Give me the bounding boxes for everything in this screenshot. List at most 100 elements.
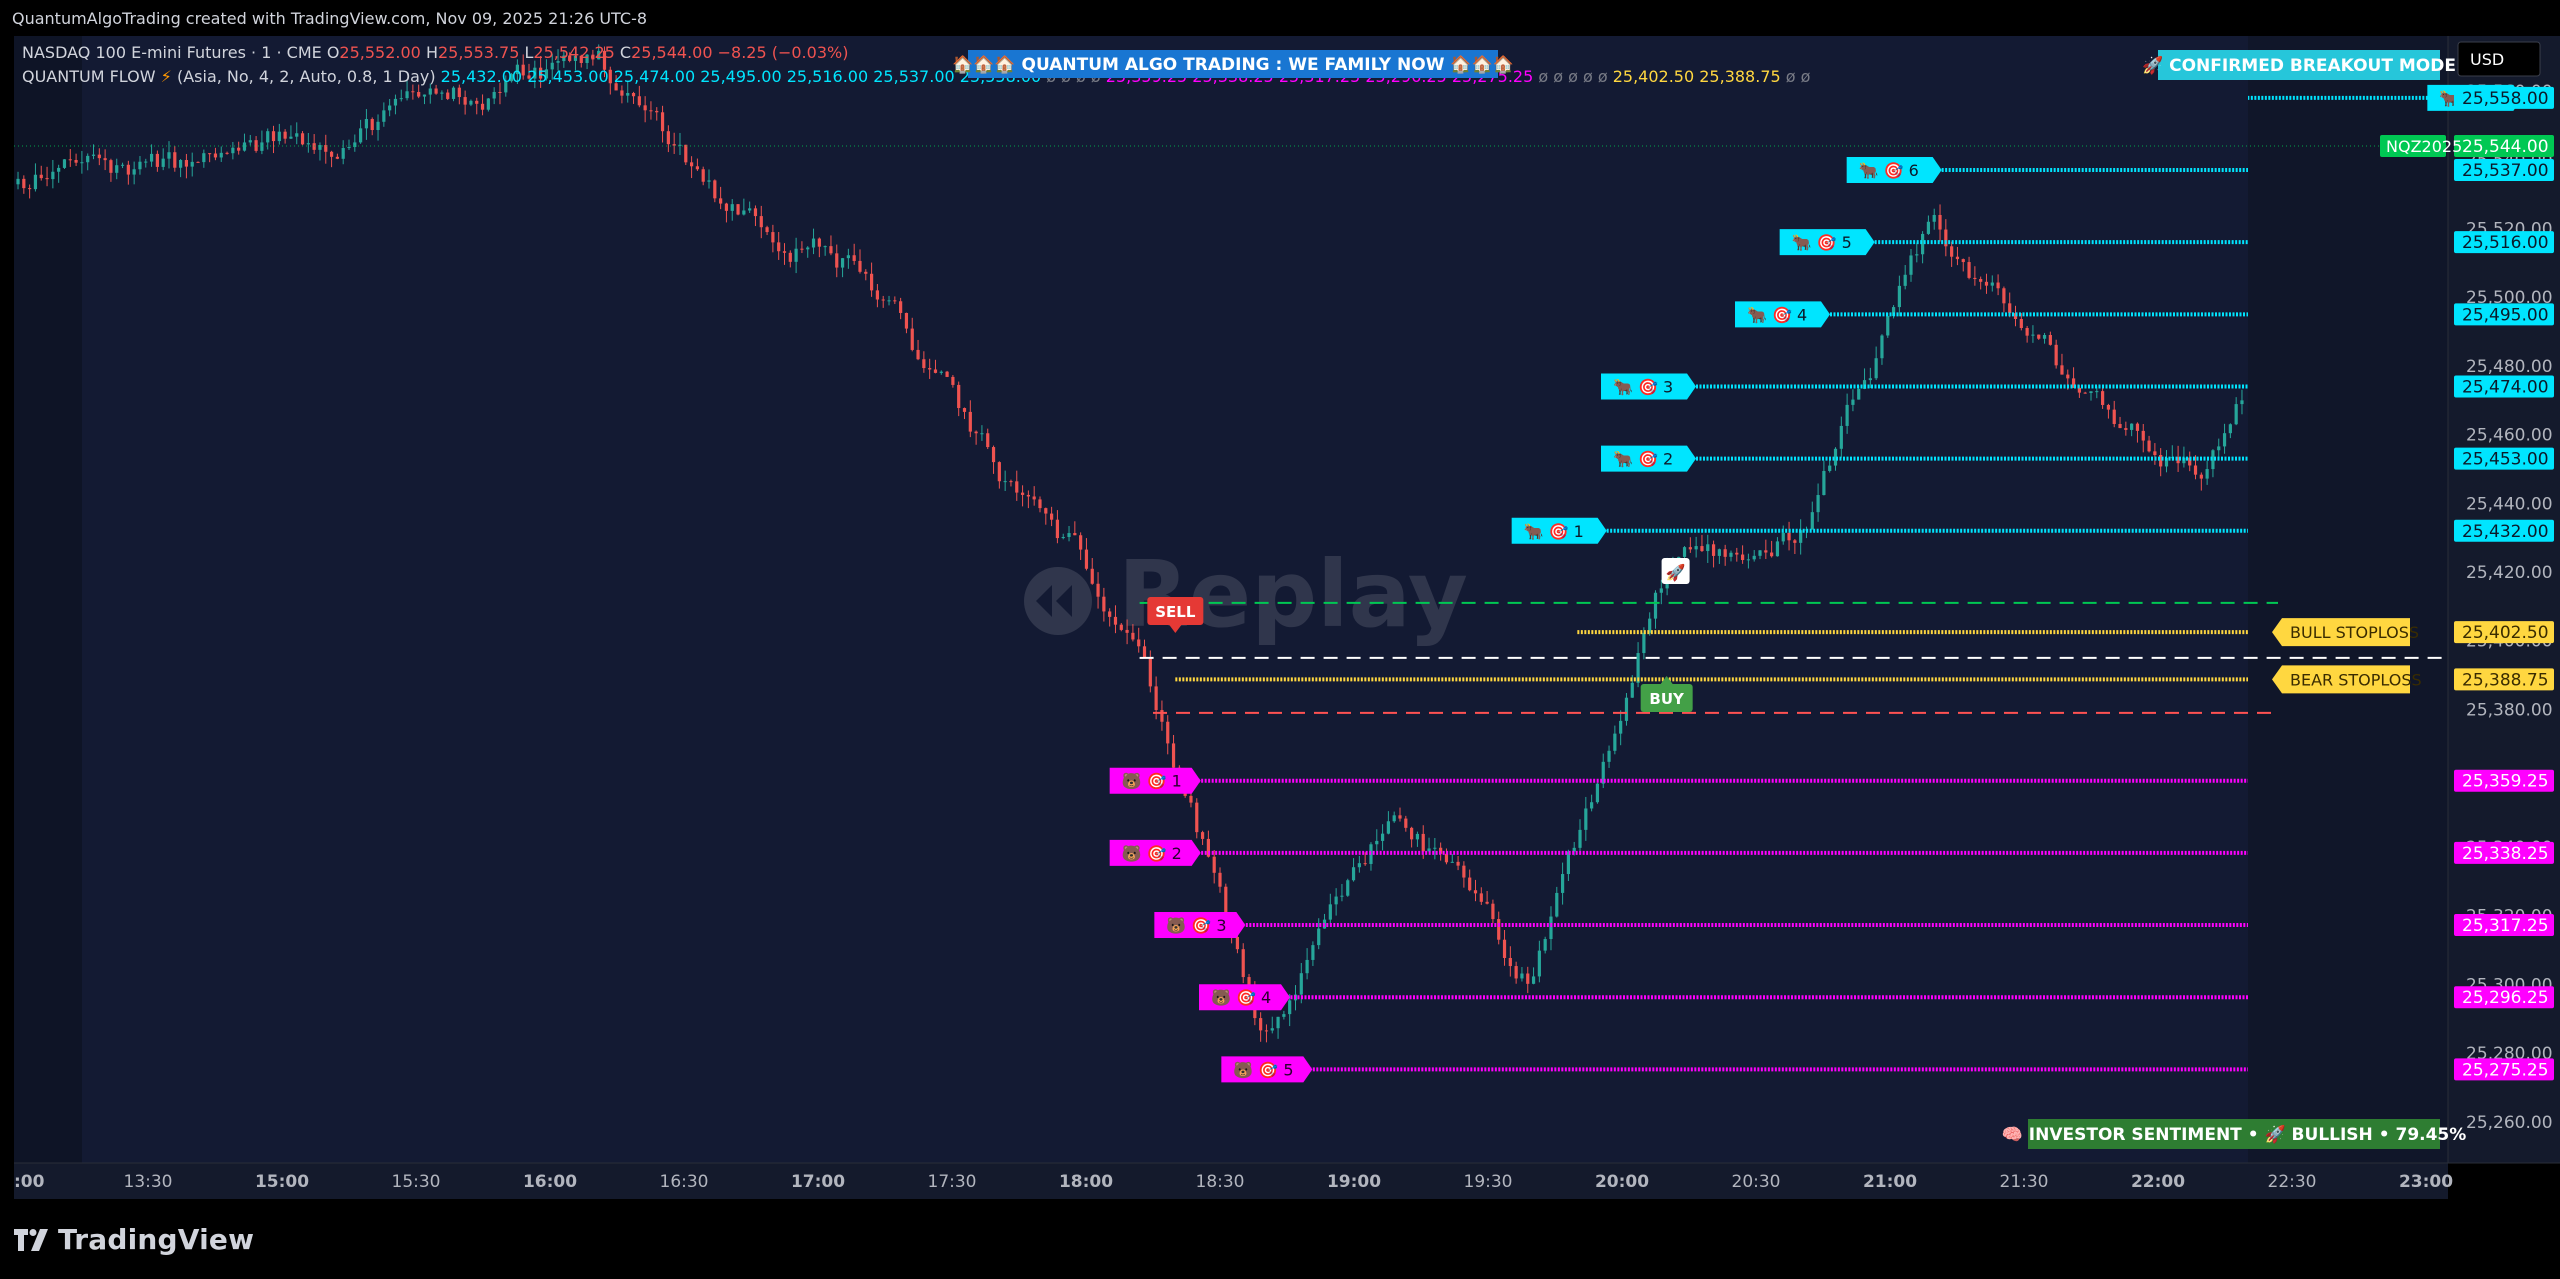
candle-body xyxy=(1160,710,1164,722)
watermark-text: Replay xyxy=(1118,541,1468,648)
candle-body xyxy=(1084,549,1089,569)
bear-target-label-text: 🐻 🎯 1 xyxy=(1122,772,1182,791)
stoploss-label[interactable]: BULL STOPLOSS xyxy=(2272,618,2419,647)
x-tick-label: 22:30 xyxy=(2268,1172,2317,1192)
indicator-params: (Asia, No, 4, 2, Auto, 0.8, 1 Day) xyxy=(177,67,441,86)
candle-body xyxy=(2048,335,2052,345)
footer: TradingView xyxy=(0,1199,2560,1279)
tradingview-logo[interactable]: TradingView xyxy=(14,1223,254,1256)
candle-body xyxy=(2077,387,2081,393)
candle-body xyxy=(486,98,490,110)
candle-body xyxy=(1079,535,1083,550)
candle-body xyxy=(1979,279,1983,282)
candle-body xyxy=(835,253,839,268)
chart-area[interactable]: 25,260.0025,280.0025,300.0025,320.0025,3… xyxy=(0,36,2560,1199)
candle-body xyxy=(417,91,421,97)
y-tick-label: 25,440.00 xyxy=(2466,494,2553,514)
bear-target-label[interactable]: 🐻 🎯 5 xyxy=(1221,1056,1313,1083)
candle-body xyxy=(16,178,20,185)
candle-body xyxy=(1055,519,1060,539)
candle-body xyxy=(1787,532,1791,541)
candle-body xyxy=(1386,821,1390,834)
candle xyxy=(1346,878,1350,897)
bull-target-label-text: 🐂 🎯 2 xyxy=(1613,450,1673,469)
candle-body xyxy=(208,153,212,155)
candle-body xyxy=(1659,588,1663,593)
indicator-empty: ø xyxy=(1538,67,1553,86)
candle-body xyxy=(1758,550,1762,556)
bull-target-label[interactable]: 🐂 🎯 1 xyxy=(1511,517,1607,544)
candle-body xyxy=(2240,400,2244,405)
bear-target-price-tag: 25,359.25 xyxy=(2454,769,2554,792)
candle-body xyxy=(660,112,665,132)
candle-body xyxy=(57,167,61,172)
bear-target-label[interactable]: 🐻 🎯 4 xyxy=(1199,984,1290,1011)
candle-body xyxy=(1590,802,1594,809)
candle xyxy=(684,144,688,166)
candle-body xyxy=(1433,847,1437,849)
candle-body xyxy=(788,252,792,262)
bear-target-label[interactable]: 🐻 🎯 3 xyxy=(1154,912,1246,939)
bull-target-label[interactable]: 🐂 🎯 4 xyxy=(1735,301,1830,328)
candle-body xyxy=(1468,877,1472,891)
bull-target-label[interactable]: 🐂 🎯 5 xyxy=(1779,229,1875,256)
candle-body xyxy=(393,98,398,106)
bear-target-label[interactable]: 🐻 🎯 2 xyxy=(1109,839,1201,866)
bull-target-label[interactable]: 🐂 🎯 6 xyxy=(1846,157,1942,184)
candle-body xyxy=(1984,281,1989,286)
candle-body xyxy=(2112,409,2116,424)
candle-body xyxy=(2019,318,2023,328)
candle-body xyxy=(457,87,461,98)
x-tick-label: 15:00 xyxy=(255,1172,309,1192)
candle-body xyxy=(701,169,705,182)
bull-target-label-text: 🐂 🎯 4 xyxy=(1747,305,1807,324)
candle-body xyxy=(1967,262,1971,278)
x-tick-label: 19:30 xyxy=(1464,1172,1513,1192)
close-value: 25,544.00 xyxy=(631,43,718,62)
candle-body xyxy=(149,153,154,162)
candle-body xyxy=(1723,549,1727,557)
candle-body xyxy=(1868,378,1872,381)
candle-body xyxy=(782,251,787,253)
candle-body xyxy=(1537,950,1541,977)
bear-target-label[interactable]: 🐻 🎯 1 xyxy=(1109,767,1201,794)
x-tick-label: 20:00 xyxy=(1595,1172,1649,1192)
x-tick-label: 22:00 xyxy=(2131,1172,2185,1192)
candle-body xyxy=(1073,533,1077,536)
candle-body xyxy=(242,142,247,151)
byline: QuantumAlgoTrading created with TradingV… xyxy=(12,9,648,28)
candle-body xyxy=(1166,721,1170,744)
candle-body xyxy=(1328,904,1332,920)
candle-body xyxy=(748,208,752,211)
candle-body xyxy=(2083,392,2087,394)
candle-body xyxy=(1113,616,1118,625)
candle-body xyxy=(1973,277,1977,280)
candle-body xyxy=(359,128,363,143)
candle-body xyxy=(2234,404,2238,425)
bull-target-label[interactable]: 🐂 🎯 3 xyxy=(1601,373,1696,400)
candle-body xyxy=(1874,358,1878,379)
bull-target-label[interactable]: 🐂 🎯 2 xyxy=(1601,445,1696,472)
stoploss-label[interactable]: BEAR STOPLOSS xyxy=(2272,665,2422,694)
bull-target-price-tag: 25,558.00 xyxy=(2454,86,2554,109)
candle-body xyxy=(300,133,305,145)
candle-body xyxy=(347,147,351,149)
candle-body xyxy=(997,462,1001,482)
candle-body xyxy=(28,188,32,190)
x-tick-label: 18:00 xyxy=(1059,1172,1113,1192)
bull-target-price-tag: 25,453.00 xyxy=(2454,447,2554,470)
session-shade-left xyxy=(14,36,82,1163)
candle-body xyxy=(1764,550,1768,553)
candle-body xyxy=(1044,508,1048,514)
candle-body xyxy=(1560,874,1565,893)
candle-body xyxy=(370,119,374,131)
currency-button[interactable]: USD xyxy=(2457,41,2541,77)
rocket-signal[interactable]: 🚀 xyxy=(1661,558,1690,585)
candle-body xyxy=(962,408,967,412)
candle-body xyxy=(1932,214,1936,222)
stoploss-label-text: BULL STOPLOSS xyxy=(2290,623,2419,642)
candle-body xyxy=(742,210,746,215)
candle-body xyxy=(39,174,43,179)
candle-body xyxy=(33,174,38,190)
candle-body xyxy=(103,158,107,161)
